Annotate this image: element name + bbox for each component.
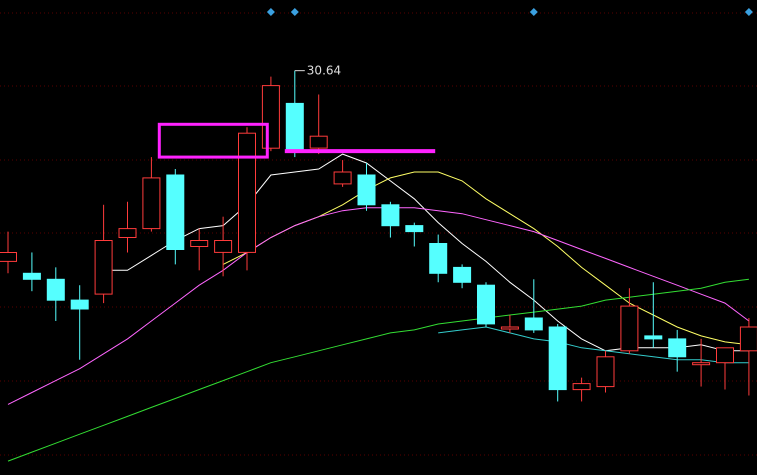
high-label-text: 30.64 [307,64,341,78]
candle-body [285,102,304,152]
chart-container: 30.64 [0,0,757,475]
candle-body [357,174,376,206]
candle-body [70,299,89,310]
candle [238,127,256,271]
candle-body [500,326,519,330]
candlestick-chart[interactable]: 30.64 [0,0,757,475]
candle-body [238,132,256,253]
candle-body [309,135,328,149]
candle-body [118,228,137,239]
candle-body [94,240,113,295]
candle-body [739,326,757,352]
candle-body [261,85,280,149]
candle-body [214,240,233,253]
candle-body [596,356,615,388]
candle-body [22,272,41,280]
candle-body [477,284,495,325]
candle-body [190,240,209,247]
candle-body [548,326,567,391]
candle-body [333,171,352,185]
candle-body [0,252,17,262]
candle [548,323,567,402]
candle-body [166,174,185,250]
candle-body [453,266,472,283]
candle-body [142,177,161,230]
candle-body [46,278,65,301]
candle [477,282,495,327]
candle-body [405,225,424,233]
candle-body [668,338,687,358]
candle-body [524,317,543,331]
candle-body [692,362,711,366]
candle-body [644,335,663,340]
candle-body [572,383,591,391]
candle-body [620,305,639,352]
candle-body [381,204,400,227]
candle [596,350,615,393]
candle [261,76,280,152]
candle-body [716,347,734,364]
candle-body [429,243,448,274]
chart-background [0,0,757,475]
